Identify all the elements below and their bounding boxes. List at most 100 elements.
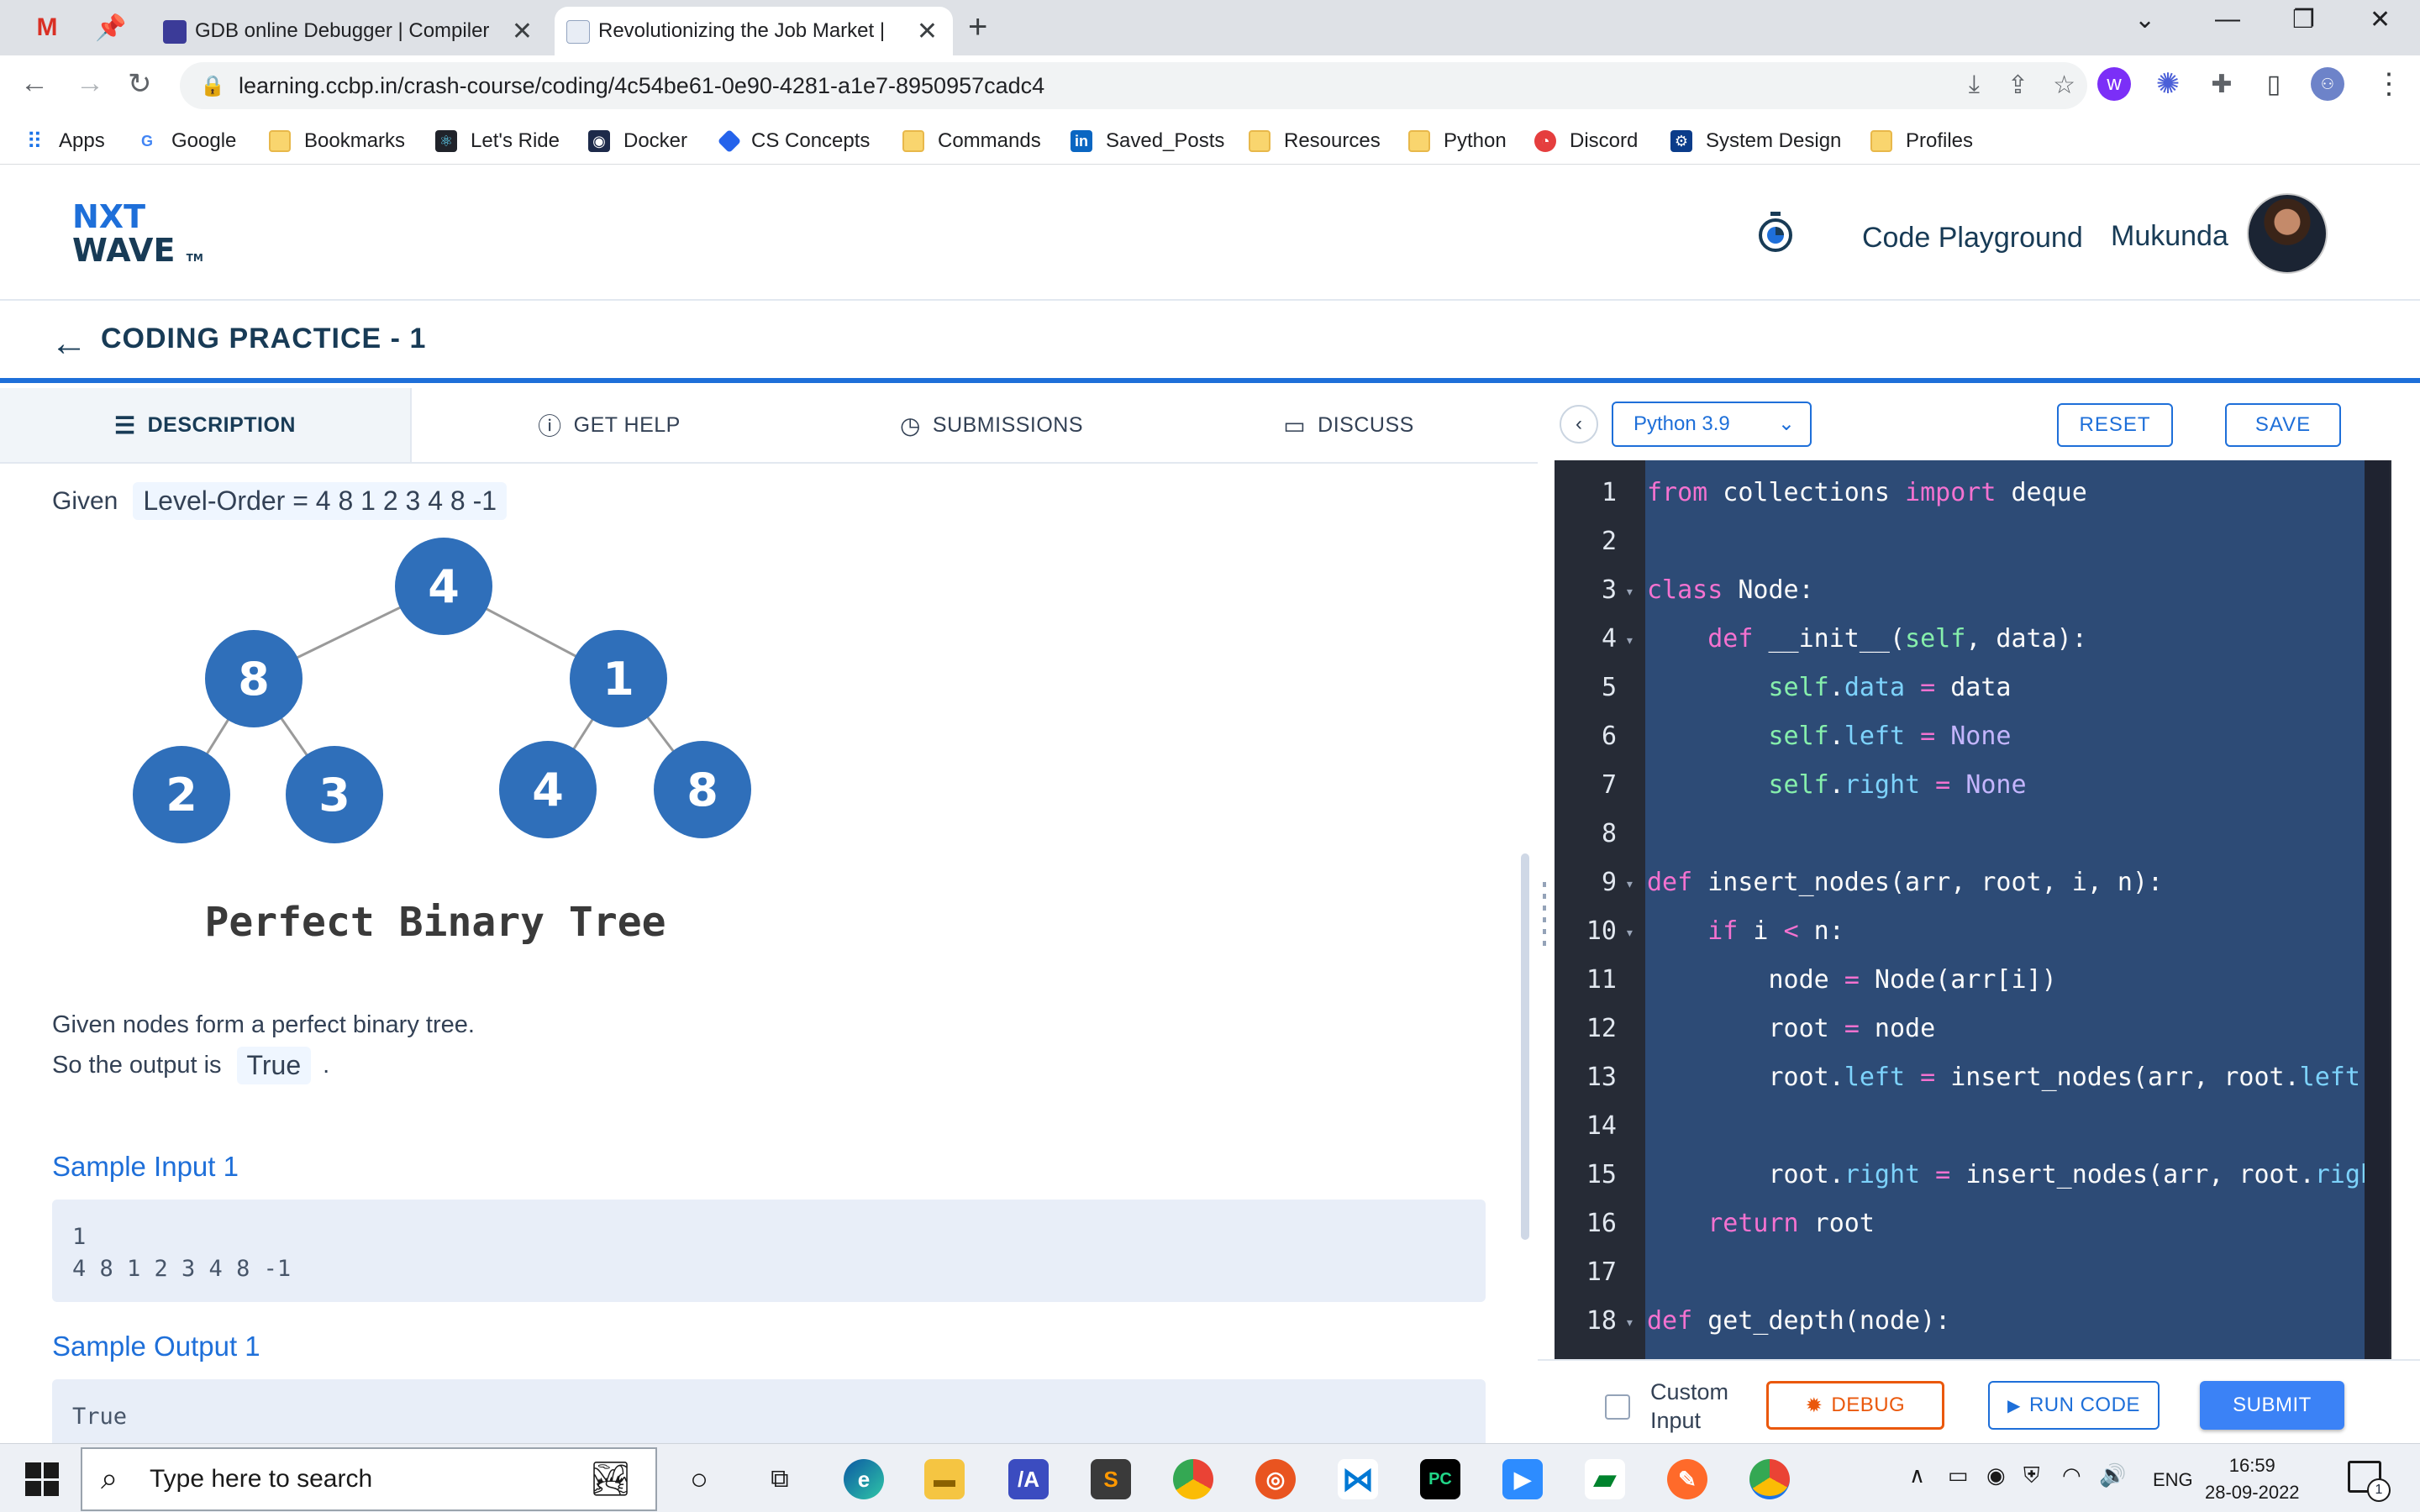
bookmark-lets-ride[interactable]: ⚛ Let's Ride xyxy=(435,126,560,156)
close-tab-icon[interactable]: ✕ xyxy=(512,17,533,46)
paint-icon[interactable]: ✎ xyxy=(1667,1459,1707,1499)
bookmark-system-design[interactable]: ⚙ System Design xyxy=(1670,126,1841,156)
user-name[interactable]: Mukunda xyxy=(2111,220,2228,253)
forward-arrow-icon[interactable]: → xyxy=(76,67,104,100)
submit-button[interactable]: SUBMIT xyxy=(2200,1381,2344,1430)
collapse-panel-chevron-icon[interactable]: ‹ xyxy=(1560,405,1598,444)
extensions-puzzle-icon[interactable]: ✚ xyxy=(2205,67,2238,101)
chrome-icon[interactable] xyxy=(1173,1459,1213,1499)
windows-start-icon[interactable] xyxy=(25,1462,59,1496)
back-arrow-icon[interactable]: ← xyxy=(20,67,49,100)
close-window-button[interactable]: ✕ xyxy=(2370,5,2391,34)
task-view-icon[interactable]: ⧉ xyxy=(760,1459,800,1499)
code-line[interactable]: 18 ▾ def get_depth(node): xyxy=(1555,1297,2391,1346)
defender-icon[interactable]: ⛨ xyxy=(2023,1462,2040,1489)
reload-icon[interactable]: ↻ xyxy=(128,67,152,101)
bookmark-commands[interactable]: Commands xyxy=(902,126,1041,156)
new-tab-button[interactable]: + xyxy=(968,8,987,46)
avatar[interactable] xyxy=(2247,193,2328,274)
cortana-icon[interactable]: ○ xyxy=(679,1459,719,1499)
description-scrollbar[interactable] xyxy=(1521,853,1529,1240)
reset-button[interactable]: RESET xyxy=(2057,403,2173,447)
profile-avatar-icon[interactable]: ⚇ xyxy=(2311,67,2344,101)
code-line[interactable]: 8 xyxy=(1555,810,2391,858)
share-icon[interactable]: ⇪ xyxy=(2007,71,2028,100)
save-button[interactable]: SAVE xyxy=(2225,403,2341,447)
code-line[interactable]: 1 from collections import deque xyxy=(1555,469,2391,517)
bookmark-apps[interactable]: ⠿ Apps xyxy=(24,126,104,156)
code-line[interactable]: 5 self.data = data xyxy=(1555,664,2391,712)
code-line[interactable]: 2 xyxy=(1555,517,2391,566)
tab-description[interactable]: ☰ DESCRIPTION xyxy=(0,388,412,462)
zoom-icon[interactable]: ▶ xyxy=(1502,1459,1543,1499)
taskbar-clock[interactable]: 16:59 28-09-2022 xyxy=(2205,1452,2300,1506)
meet-now-icon[interactable]: ◉ xyxy=(1986,1462,2006,1488)
file-explorer-icon[interactable]: ▬ xyxy=(924,1459,965,1499)
code-line[interactable]: 4 ▾ def __init__(self, data): xyxy=(1555,615,2391,664)
code-line[interactable]: 16 return root xyxy=(1555,1200,2391,1248)
panel-resize-handle[interactable] xyxy=(1543,882,1546,949)
pycharm-icon[interactable]: PC xyxy=(1420,1459,1460,1499)
code-line[interactable]: 10 ▾ if i < n: xyxy=(1555,907,2391,956)
fold-toggle-icon[interactable]: ▾ xyxy=(1625,617,1634,665)
bookmark-cs-concepts[interactable]: CS Concepts xyxy=(717,126,870,156)
extension-flower-icon[interactable]: ✺ xyxy=(2151,67,2185,101)
menu-kebab-icon[interactable]: ⋮ xyxy=(2375,67,2403,101)
minimize-button[interactable]: — xyxy=(2215,5,2240,34)
side-panel-icon[interactable]: ▯ xyxy=(2257,67,2291,101)
code-editor[interactable]: 1 from collections import deque 2 3 ▾ class N… xyxy=(1555,460,2391,1359)
bookmark-saved-posts[interactable]: in Saved_Posts xyxy=(1071,126,1224,156)
tab-get-help[interactable]: ⓘ GET HELP xyxy=(412,388,807,462)
bookmark-discord[interactable]: ◔ Discord xyxy=(1534,126,1638,156)
volume-icon[interactable]: 🔊 xyxy=(2099,1462,2126,1488)
close-tab-icon[interactable]: ✕ xyxy=(917,17,938,46)
run-code-button[interactable]: ▶ RUN CODE xyxy=(1988,1381,2160,1430)
code-line[interactable]: 6 self.left = None xyxy=(1555,712,2391,761)
google-meet-icon[interactable]: ▰ xyxy=(1585,1459,1625,1499)
bookmark-python[interactable]: Python xyxy=(1408,126,1507,156)
tab-discuss[interactable]: ▭ DISCUSS xyxy=(1176,388,1521,462)
bookmark-profiles[interactable]: Profiles xyxy=(1870,126,1973,156)
pin-pinned-tab-icon[interactable]: 📌 xyxy=(89,8,133,47)
code-line[interactable]: 7 self.right = None xyxy=(1555,761,2391,810)
taskbar-search-box[interactable]: ⌕ Type here to search 🏞 xyxy=(81,1447,657,1511)
edge-icon[interactable]: e xyxy=(844,1459,884,1499)
debug-button[interactable]: ✹ DEBUG xyxy=(1766,1381,1944,1430)
install-icon[interactable]: ⤓ xyxy=(1969,71,1980,99)
code-line[interactable]: 11 node = Node(arr[i]) xyxy=(1555,956,2391,1005)
language-indicator[interactable]: ENG xyxy=(2153,1469,2193,1491)
bookmark-docker[interactable]: ◉ Docker xyxy=(588,126,687,156)
visual-studio-ai-icon[interactable]: /A xyxy=(1008,1459,1049,1499)
notification-icon[interactable]: 1 xyxy=(2348,1461,2391,1502)
custom-input-checkbox[interactable] xyxy=(1605,1394,1630,1420)
wifi-icon[interactable]: ◠ xyxy=(2062,1462,2081,1488)
bookmark-bookmarks[interactable]: Bookmarks xyxy=(269,126,405,156)
code-playground-link[interactable]: Code Playground xyxy=(1862,222,2083,255)
nxtwave-logo[interactable]: NXT WAVE TM xyxy=(72,200,203,275)
back-arrow-icon[interactable]: ← xyxy=(50,323,87,365)
code-line[interactable]: 12 root = node xyxy=(1555,1005,2391,1053)
fold-toggle-icon[interactable]: ▾ xyxy=(1625,1299,1634,1347)
gmail-pinned-tab-icon[interactable]: M xyxy=(25,8,69,47)
code-line[interactable]: 17 xyxy=(1555,1248,2391,1297)
vscode-icon[interactable]: ⋈ xyxy=(1338,1459,1378,1499)
code-line[interactable]: 3 ▾ class Node: xyxy=(1555,566,2391,615)
bookmark-star-icon[interactable]: ☆ xyxy=(2053,71,2075,100)
address-bar[interactable]: 🔒 learning.ccbp.in/crash-course/coding/4… xyxy=(180,62,2087,109)
ubuntu-icon[interactable]: ◎ xyxy=(1255,1459,1296,1499)
fold-toggle-icon[interactable]: ▾ xyxy=(1625,568,1634,617)
code-line[interactable]: 14 xyxy=(1555,1102,2391,1151)
editor-scrollbar[interactable] xyxy=(2365,460,2390,1359)
fold-toggle-icon[interactable]: ▾ xyxy=(1625,860,1634,909)
bookmark-resources[interactable]: Resources xyxy=(1249,126,1381,156)
tray-chevron-icon[interactable]: ∧ xyxy=(1909,1462,1925,1488)
extension-w-icon[interactable]: w xyxy=(2097,67,2131,101)
code-line[interactable]: 9 ▾ def insert_nodes(arr, root, i, n): xyxy=(1555,858,2391,907)
code-line[interactable]: 13 root.left = insert_nodes(arr, root.le… xyxy=(1555,1053,2391,1102)
language-select[interactable]: Python 3.9 ⌄ xyxy=(1612,402,1812,447)
fold-toggle-icon[interactable]: ▾ xyxy=(1625,909,1634,958)
sublime-icon[interactable]: S xyxy=(1091,1459,1131,1499)
stopwatch-icon[interactable] xyxy=(1756,210,1795,254)
tab-submissions[interactable]: ◷ SUBMISSIONS xyxy=(807,388,1176,462)
tab-search-icon[interactable]: ⌄ xyxy=(2134,5,2155,34)
